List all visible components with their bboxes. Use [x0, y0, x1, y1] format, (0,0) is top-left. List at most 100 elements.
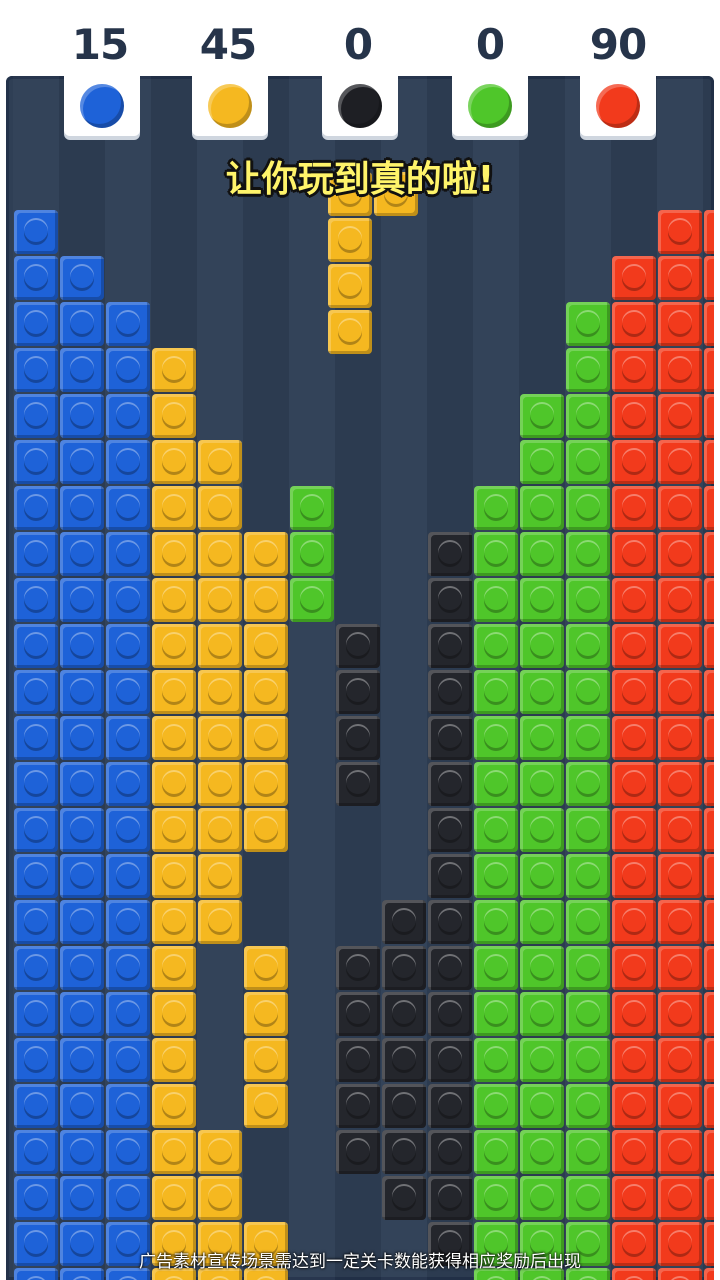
green-circle-icon: [468, 84, 512, 128]
blue-brick: [14, 716, 58, 760]
yellow-brick: [198, 670, 242, 714]
green-brick: [520, 762, 564, 806]
blue-brick: [60, 302, 104, 346]
falling-piece-brick[interactable]: [328, 264, 372, 308]
yellow-brick: [152, 670, 196, 714]
green-brick: [520, 854, 564, 898]
red-brick: [704, 210, 714, 254]
blue-brick: [14, 1130, 58, 1174]
yellow-brick: [244, 808, 288, 852]
yellow-brick: [198, 1176, 242, 1220]
red-brick: [612, 1130, 656, 1174]
red-brick: [704, 348, 714, 392]
red-brick: [658, 348, 702, 392]
black-brick: [336, 1130, 380, 1174]
red-brick: [612, 992, 656, 1036]
black-brick: [382, 900, 426, 944]
green-brick: [566, 440, 610, 484]
score-red: 90: [589, 20, 647, 69]
green-brick: [474, 946, 518, 990]
green-brick: [520, 578, 564, 622]
green-brick: [474, 532, 518, 576]
black-brick: [428, 1038, 472, 1082]
falling-piece-brick[interactable]: [328, 310, 372, 354]
green-brick: [474, 854, 518, 898]
blue-brick: [106, 1130, 150, 1174]
red-brick: [612, 256, 656, 300]
yellow-brick: [244, 578, 288, 622]
falling-piece-brick[interactable]: [328, 218, 372, 262]
blue-brick: [14, 1084, 58, 1128]
green-brick: [474, 1084, 518, 1128]
blue-brick: [14, 808, 58, 852]
blue-brick: [106, 624, 150, 668]
green-brick: [566, 578, 610, 622]
green-brick: [474, 1130, 518, 1174]
green-brick: [566, 1084, 610, 1128]
blue-brick: [60, 1038, 104, 1082]
green-brick: [520, 532, 564, 576]
red-brick: [658, 854, 702, 898]
red-brick: [704, 808, 714, 852]
red-brick: [704, 578, 714, 622]
green-brick: [520, 1084, 564, 1128]
yellow-brick: [198, 854, 242, 898]
green-brick: [566, 1176, 610, 1220]
blue-brick: [60, 946, 104, 990]
yellow-brick: [152, 808, 196, 852]
green-brick: [474, 992, 518, 1036]
blue-brick: [14, 854, 58, 898]
blue-brick: [106, 532, 150, 576]
blue-brick: [60, 394, 104, 438]
red-brick: [658, 302, 702, 346]
green-brick: [566, 348, 610, 392]
green-brick: [566, 394, 610, 438]
yellow-brick: [244, 1084, 288, 1128]
green-brick: [520, 670, 564, 714]
yellow-brick: [152, 762, 196, 806]
green-brick: [566, 486, 610, 530]
yellow-brick: [244, 532, 288, 576]
yellow-brick: [152, 992, 196, 1036]
blue-brick: [60, 762, 104, 806]
green-brick: [290, 578, 334, 622]
blue-brick: [60, 578, 104, 622]
yellow-brick: [152, 348, 196, 392]
blue-brick: [60, 716, 104, 760]
blue-brick: [106, 854, 150, 898]
blue-brick: [60, 440, 104, 484]
green-brick: [520, 716, 564, 760]
black-brick: [336, 992, 380, 1036]
black-circle-icon: [338, 84, 382, 128]
blue-brick: [106, 348, 150, 392]
yellow-brick: [152, 946, 196, 990]
black-brick: [382, 1084, 426, 1128]
red-brick: [658, 808, 702, 852]
red-brick: [704, 1176, 714, 1220]
red-brick: [704, 854, 714, 898]
yellow-brick: [152, 716, 196, 760]
pocket-black: [322, 76, 398, 136]
yellow-brick: [152, 900, 196, 944]
green-brick: [520, 1176, 564, 1220]
black-brick: [428, 1130, 472, 1174]
red-brick: [658, 762, 702, 806]
yellow-brick: [198, 1130, 242, 1174]
green-brick: [520, 808, 564, 852]
red-brick: [612, 578, 656, 622]
red-brick: [658, 624, 702, 668]
red-brick: [658, 900, 702, 944]
score-yellow: 45: [199, 20, 257, 69]
blue-brick: [14, 486, 58, 530]
black-brick: [336, 624, 380, 668]
red-brick: [704, 532, 714, 576]
red-brick: [704, 486, 714, 530]
yellow-circle-icon: [208, 84, 252, 128]
game-board[interactable]: [6, 76, 714, 1280]
green-brick: [520, 946, 564, 990]
red-brick: [704, 1038, 714, 1082]
black-brick: [428, 1084, 472, 1128]
blue-brick: [60, 256, 104, 300]
blue-brick: [14, 532, 58, 576]
red-brick: [658, 992, 702, 1036]
